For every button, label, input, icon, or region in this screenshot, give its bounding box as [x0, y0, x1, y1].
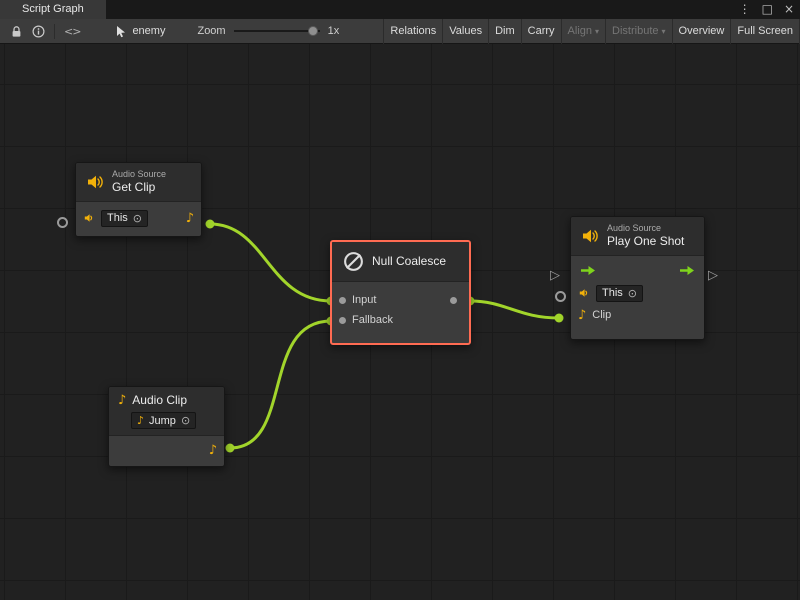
wire-audioclip-to-fallback[interactable]: [230, 321, 331, 448]
info-icon[interactable]: [27, 19, 50, 43]
node-title: Play One Shot: [607, 234, 684, 249]
node-category: Audio Source: [112, 169, 166, 180]
graph-canvas[interactable]: Audio Source Get Clip This ⊙ ♪: [0, 44, 800, 600]
audio-clip-output-port[interactable]: ♪: [209, 444, 217, 457]
graph-breadcrumb[interactable]: enemy: [115, 25, 165, 38]
port-row-fallback: Fallback: [339, 310, 462, 330]
toolbar-button-values[interactable]: Values: [442, 19, 488, 44]
zoom-value: 1x: [328, 25, 340, 37]
zoom-slider[interactable]: [234, 24, 320, 38]
align-label: Align: [568, 25, 592, 37]
input-port[interactable]: [339, 297, 346, 304]
zoom-slider-handle[interactable]: [308, 26, 318, 36]
port-dot-audioclip-output[interactable]: [226, 444, 235, 453]
toolbar-button-distribute: Distribute ▾: [605, 19, 671, 44]
flow-input-port[interactable]: [580, 265, 596, 276]
toolbar-button-dim[interactable]: Dim: [488, 19, 521, 44]
audio-source-type-icon: [578, 287, 590, 299]
audio-clip-value-field[interactable]: ♪ Jump ⊙: [131, 412, 196, 429]
tab-bar: Script Graph ⋮ □ ×: [0, 0, 800, 19]
toolbar-button-carry[interactable]: Carry: [521, 19, 561, 44]
null-coalesce-icon: [342, 250, 365, 273]
audio-clip-icon: ♪: [118, 394, 126, 407]
close-icon[interactable]: ×: [784, 0, 794, 19]
audio-source-icon: [580, 226, 600, 246]
field-value: This: [602, 287, 623, 299]
result-output-port[interactable]: [450, 297, 457, 304]
node-play-one-shot[interactable]: Audio Source Play One Shot: [570, 216, 705, 340]
node-null-coalesce-header: Null Coalesce: [332, 242, 469, 282]
port-label: Clip: [592, 309, 611, 321]
toolbar-button-relations[interactable]: Relations: [383, 19, 442, 44]
object-picker-icon[interactable]: ⊙: [181, 415, 190, 426]
window-controls: ⋮ □ ×: [739, 0, 794, 19]
port-label: Input: [352, 294, 376, 306]
fallback-port[interactable]: [339, 317, 346, 324]
toolbar-button-align: Align ▾: [561, 19, 605, 44]
note-icon: ♪: [137, 414, 144, 427]
object-picker-icon[interactable]: ⊙: [628, 288, 637, 299]
toolbar-button-fullscreen[interactable]: Full Screen: [730, 19, 800, 44]
port-dot-playoneshot-clip[interactable]: [555, 314, 564, 323]
chevron-down-icon: ▾: [595, 27, 599, 36]
target-object-field[interactable]: This ⊙: [596, 285, 643, 302]
node-play-one-shot-header: Audio Source Play One Shot: [571, 217, 704, 256]
clip-input-port-icon[interactable]: ♪: [578, 309, 586, 322]
flow-output-triangle-port[interactable]: ▷: [708, 268, 718, 283]
info-icon-svg: [32, 25, 45, 38]
kebab-menu-icon[interactable]: ⋮: [739, 0, 751, 19]
code-icon[interactable]: <>: [59, 19, 85, 43]
flow-output-port[interactable]: [679, 265, 695, 276]
toolbar-buttons: Relations Values Dim Carry Align ▾ Distr…: [383, 19, 800, 44]
graph-name: enemy: [132, 25, 165, 37]
toolbar-separator: [54, 24, 55, 39]
node-title: Get Clip: [112, 180, 166, 195]
port-dot-getclip-output[interactable]: [206, 220, 215, 229]
node-audio-clip[interactable]: ♪ Audio Clip ♪ Jump ⊙ ♪: [108, 386, 225, 467]
field-value: Jump: [149, 415, 176, 427]
lock-icon-svg: [11, 25, 22, 38]
zoom-slider-track[interactable]: [234, 30, 320, 32]
node-title: Audio Clip: [132, 393, 187, 408]
node-null-coalesce[interactable]: Null Coalesce Input Fallback: [330, 240, 471, 345]
flow-input-triangle-port[interactable]: ▷: [550, 268, 560, 283]
wire-getclip-to-input[interactable]: [210, 224, 331, 301]
playoneshot-target-input-port[interactable]: [555, 291, 566, 302]
port-label: Fallback: [352, 314, 393, 326]
tab-script-graph[interactable]: Script Graph: [0, 0, 106, 19]
cursor-icon: [115, 25, 127, 38]
node-get-clip-header: Audio Source Get Clip: [76, 163, 201, 202]
control-flow-row: [578, 258, 697, 282]
distribute-label: Distribute: [612, 25, 658, 37]
chevron-down-icon: ▾: [662, 27, 666, 36]
wire-null-to-clip[interactable]: [470, 301, 559, 318]
audio-source-icon: [85, 172, 105, 192]
object-picker-icon[interactable]: ⊙: [133, 213, 142, 224]
graph-toolbar: <> enemy Zoom 1x Relations Values Dim Ca…: [0, 19, 800, 44]
zoom-control: Zoom 1x: [197, 24, 339, 38]
node-get-clip[interactable]: Audio Source Get Clip This ⊙ ♪: [75, 162, 202, 237]
field-value: This: [107, 212, 128, 224]
node-category: Audio Source: [607, 223, 684, 234]
getclip-target-input-port[interactable]: [57, 217, 68, 228]
audio-clip-output-port[interactable]: ♪: [186, 212, 194, 225]
zoom-label: Zoom: [197, 25, 225, 37]
target-object-field[interactable]: This ⊙: [101, 210, 148, 227]
node-title: Null Coalesce: [372, 254, 446, 269]
audio-source-type-icon: [83, 212, 95, 224]
toolbar-button-overview[interactable]: Overview: [672, 19, 731, 44]
port-row-input: Input: [339, 290, 462, 310]
maximize-icon[interactable]: □: [762, 0, 773, 19]
node-audio-clip-header: ♪ Audio Clip ♪ Jump ⊙: [109, 387, 224, 436]
tab-title: Script Graph: [22, 3, 84, 15]
lock-icon[interactable]: [6, 19, 27, 43]
